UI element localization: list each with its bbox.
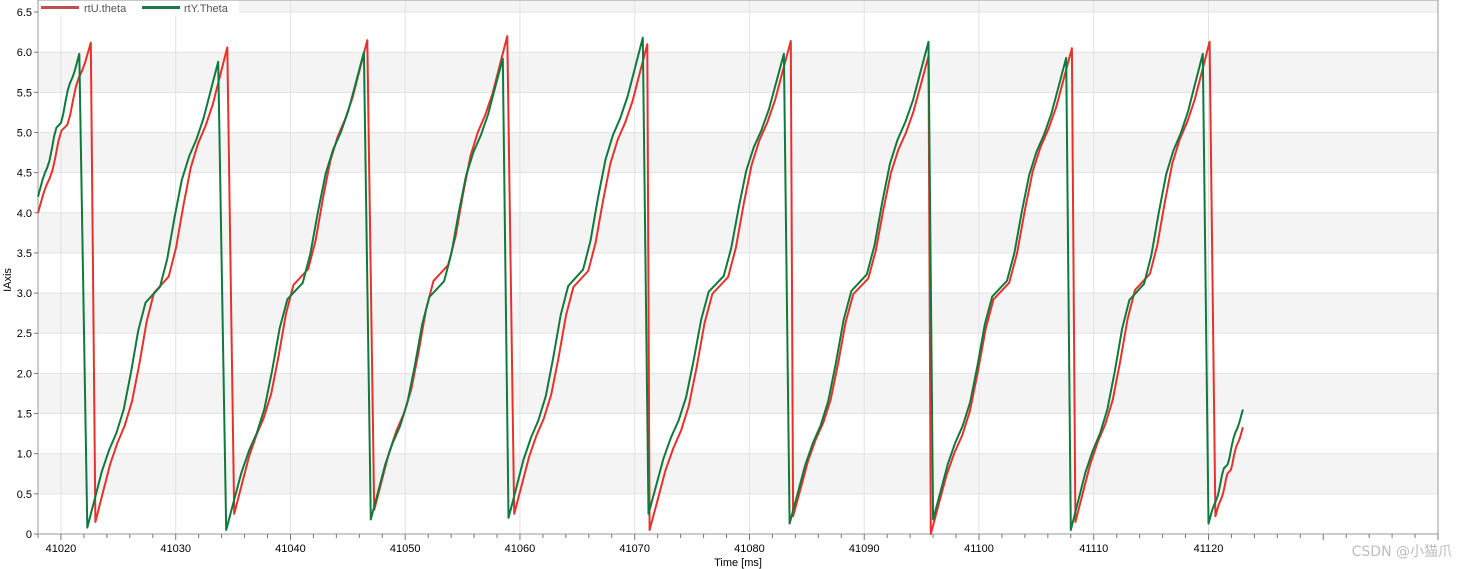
plot-band — [38, 413, 1438, 454]
plot-band — [38, 493, 1438, 534]
watermark: CSDN @小猫爪 — [1352, 544, 1452, 560]
y-tick-label: 5.5 — [17, 87, 32, 99]
y-tick-label: 2.5 — [17, 328, 32, 340]
y-tick-label: 3.5 — [17, 248, 32, 260]
x-tick-label: 41050 — [390, 543, 421, 555]
plot-band — [38, 333, 1438, 374]
legend[interactable]: rtU.theta rtY.Theta — [39, 1, 239, 15]
x-axis-title: Time [ms] — [714, 557, 762, 569]
x-tick-label: 41020 — [46, 543, 77, 555]
x-tick-label: 41040 — [275, 543, 306, 555]
y-tick-label: 4.0 — [17, 208, 32, 220]
plot-band — [38, 252, 1438, 294]
x-axis: 41020 41030 41040 41050 41060 41070 41080 41090… — [37, 534, 1439, 555]
y-tick-label: 0 — [26, 529, 32, 541]
plot-band — [38, 373, 1438, 414]
y-tick-label: 6.0 — [17, 47, 32, 59]
y-tick-label: 2.0 — [17, 368, 32, 380]
legend-swatch-rtU-theta — [41, 6, 79, 9]
chart-stage: 0 0.5 1.0 1.5 2.0 2.5 3.0 3.5 4.0 4.5 5.0 5.5 6.0 6.5… — [0, 0, 1461, 569]
x-tick-label: 41030 — [160, 543, 191, 555]
x-tick-label: 41090 — [849, 543, 880, 555]
y-axis: 0 0.5 1.0 1.5 2.0 2.5 3.0 3.5 4.0 4.5 5.0 5.5 6.0 6.5 — [17, 7, 38, 541]
x-tick-label: 41120 — [1194, 543, 1224, 555]
y-tick-label: 6.5 — [17, 7, 32, 19]
x-tick-label: 41110 — [1079, 543, 1108, 555]
plot-band — [38, 0, 1438, 13]
legend-label-rtY-Theta[interactable]: rtY.Theta — [184, 3, 229, 15]
plot-band — [38, 132, 1438, 173]
plot-band — [38, 92, 1438, 133]
y-tick-label: 3.0 — [17, 288, 32, 300]
y-axis-title: IAxis — [2, 268, 14, 292]
legend-swatch-rtY-Theta — [142, 6, 180, 9]
x-tick-label: 41100 — [964, 543, 994, 555]
legend-label-rtU-theta[interactable]: rtU.theta — [84, 3, 127, 15]
line-chart: 0 0.5 1.0 1.5 2.0 2.5 3.0 3.5 4.0 4.5 5.0 5.5 6.0 6.5… — [2, 0, 1452, 569]
y-tick-label: 1.0 — [17, 449, 32, 461]
plot-band — [38, 12, 1438, 53]
y-tick-label: 4.5 — [17, 168, 32, 180]
y-tick-label: 1.5 — [17, 409, 32, 421]
y-tick-label: 5.0 — [17, 127, 32, 139]
x-tick-label: 41060 — [505, 543, 536, 555]
x-tick-label: 41070 — [619, 543, 650, 555]
plot-band — [38, 293, 1438, 334]
y-tick-label: 0.5 — [17, 489, 32, 501]
plot-band — [38, 52, 1438, 93]
x-tick-label: 41080 — [734, 543, 765, 555]
